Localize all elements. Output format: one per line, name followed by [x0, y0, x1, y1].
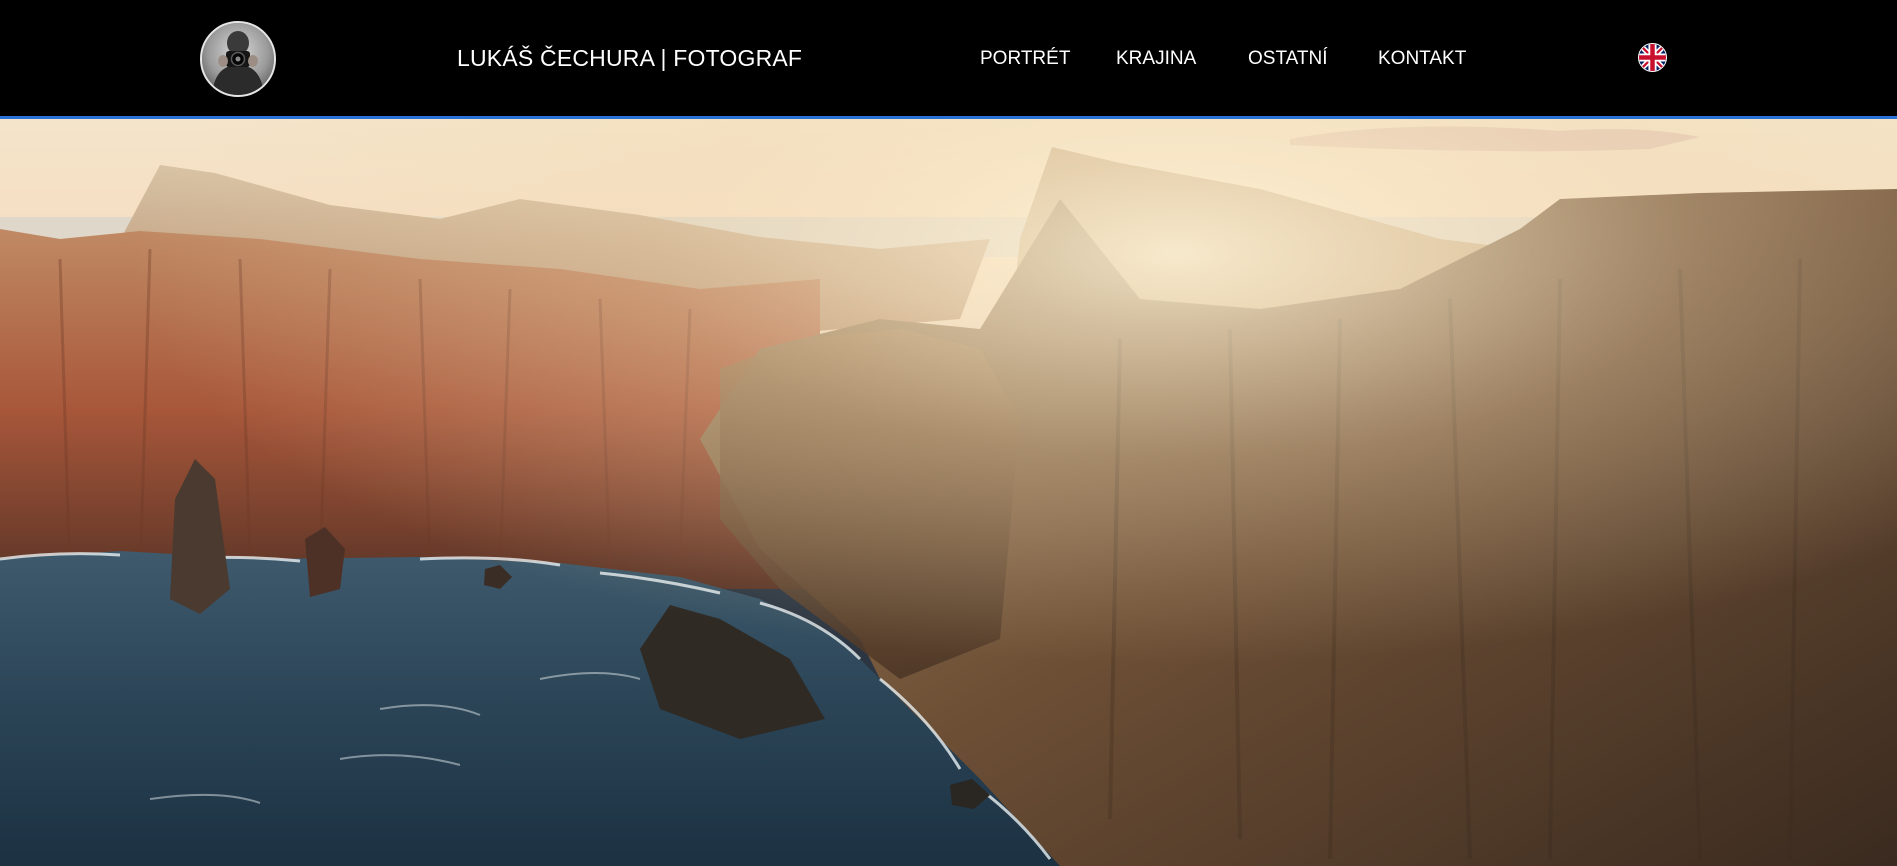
page: LUKÁŠ ČECHURA | FOTOGRAF PORTRÉT KRAJINA…: [0, 0, 1897, 866]
site-header: LUKÁŠ ČECHURA | FOTOGRAF PORTRÉT KRAJINA…: [0, 0, 1897, 119]
sea-cliffs-landscape-photo: [0, 119, 1897, 866]
nav-item-portret[interactable]: PORTRÉT: [980, 48, 1070, 70]
nav-item-krajina[interactable]: KRAJINA: [1116, 48, 1196, 70]
main-navigation: PORTRÉT KRAJINA OSTATNÍ KONTAKT: [0, 48, 1897, 72]
uk-flag-icon[interactable]: [1638, 43, 1667, 72]
nav-item-ostatni[interactable]: OSTATNÍ: [1248, 48, 1328, 70]
nav-item-kontakt[interactable]: KONTAKT: [1378, 48, 1466, 70]
